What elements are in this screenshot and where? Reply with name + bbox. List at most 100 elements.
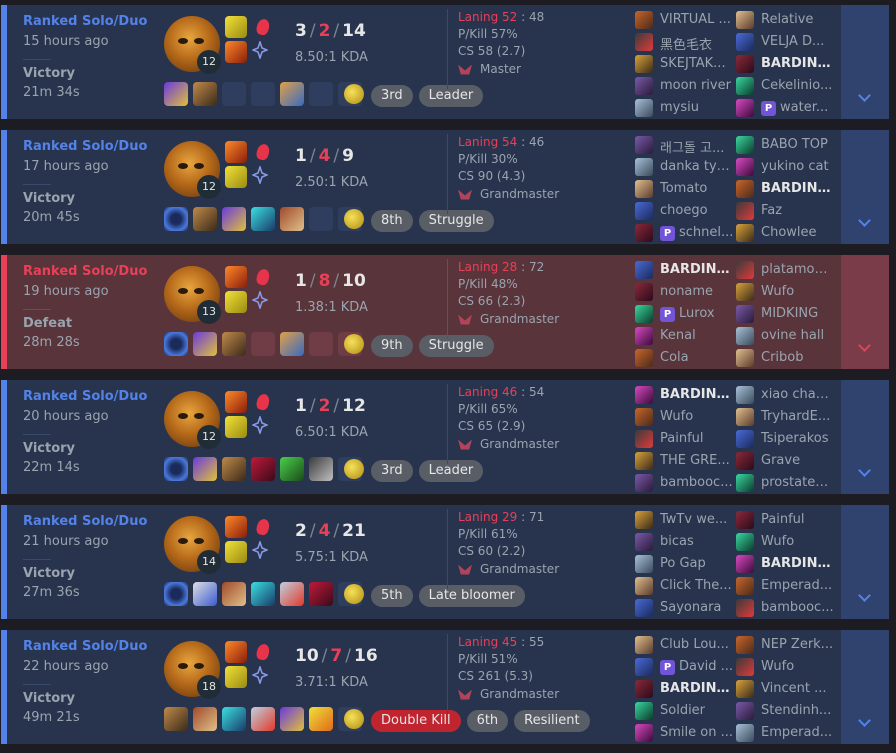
participant-name[interactable]: bicas (660, 534, 734, 549)
secondary-rune-icon[interactable] (250, 289, 274, 313)
participant-name[interactable]: BARDINE... (660, 681, 734, 696)
participant-name[interactable]: Smile on ... (660, 725, 734, 740)
participant[interactable]: Wufo (736, 657, 836, 677)
item-icon[interactable] (309, 582, 333, 606)
secondary-rune-icon[interactable] (250, 414, 274, 438)
flash-spell-icon[interactable] (225, 16, 247, 38)
item-icon[interactable] (193, 582, 217, 606)
participant[interactable]: MIDKING (736, 304, 836, 324)
participant[interactable]: VELJA D... (736, 32, 836, 52)
participant-name[interactable]: Wufo (761, 534, 835, 549)
match-card[interactable]: Ranked Solo/Duo 21 hours ago Victory 27m 36… (1, 505, 889, 619)
item-icon[interactable] (222, 457, 246, 481)
participant[interactable]: P David ... (635, 657, 735, 677)
participant-name[interactable]: ovine hall (761, 328, 835, 343)
match-card[interactable]: Ranked Solo/Duo 17 hours ago Victory 20m 45… (1, 130, 889, 244)
trinket-ward-icon[interactable] (341, 81, 367, 107)
participant[interactable]: danka tyy... (635, 157, 735, 177)
participant[interactable]: BARDINE... (736, 179, 836, 199)
participant-name[interactable]: yukino cat (761, 159, 835, 174)
participant[interactable]: Cribob (736, 348, 836, 368)
participant[interactable]: BARDINE... (635, 385, 735, 405)
participant-name[interactable]: David ... (679, 659, 734, 674)
participant-name[interactable]: Grave (761, 453, 835, 468)
secondary-rune-icon[interactable] (250, 664, 274, 688)
item-icon[interactable] (251, 207, 275, 231)
participant-name[interactable]: Cola (660, 350, 734, 365)
participant-name[interactable]: platamon... (761, 262, 835, 277)
participant[interactable]: Tomato (635, 179, 735, 199)
participant-name[interactable]: BARDINE... (660, 262, 734, 277)
participant-name[interactable]: xiao chao... (761, 387, 835, 402)
participant-name[interactable]: Chowlee (761, 225, 835, 240)
participant-name[interactable]: BARDINE... (761, 181, 835, 196)
ignite-spell-icon[interactable] (225, 391, 247, 413)
participant-name[interactable]: Lurox (679, 306, 734, 321)
keystone-rune-icon[interactable] (252, 266, 274, 288)
secondary-rune-icon[interactable] (250, 164, 274, 188)
keystone-rune-icon[interactable] (252, 516, 274, 538)
participant[interactable]: Chowlee (736, 223, 836, 243)
participant[interactable]: bambooc... (736, 598, 836, 618)
participant[interactable]: Smile on ... (635, 723, 735, 743)
participant[interactable]: BABO TOP (736, 135, 836, 155)
participant[interactable]: Wufo (635, 407, 735, 427)
participant[interactable]: Painful (635, 429, 735, 449)
participant-name[interactable]: schnel... (679, 225, 734, 240)
participant[interactable]: BARDINE... (635, 679, 735, 699)
participant[interactable]: NEP Zerk... (736, 635, 836, 655)
participant-name[interactable]: Click The... (660, 578, 734, 593)
participant[interactable]: TryhardE... (736, 407, 836, 427)
participant-name[interactable]: Wufo (761, 659, 835, 674)
participant-name[interactable]: VIRTUAL ... (660, 12, 734, 27)
participant[interactable]: Stendinh... (736, 701, 836, 721)
participant[interactable]: platamon... (736, 260, 836, 280)
participant[interactable]: Club Lou... (635, 635, 735, 655)
trinket-ward-icon[interactable] (341, 456, 367, 482)
participant[interactable]: BARDINE... (736, 554, 836, 574)
participant-name[interactable]: Wufo (761, 284, 835, 299)
flash-spell-icon[interactable] (225, 541, 247, 563)
flash-spell-icon[interactable] (225, 291, 247, 313)
participant[interactable]: P Lurox (635, 304, 735, 324)
keystone-rune-icon[interactable] (252, 641, 274, 663)
secondary-rune-icon[interactable] (250, 539, 274, 563)
participant[interactable]: Pwater... (736, 98, 836, 118)
expand-button[interactable] (841, 380, 889, 494)
participant-name[interactable]: bambooc... (761, 600, 835, 615)
item-icon[interactable] (193, 207, 217, 231)
participant-name[interactable]: BARDINE... (660, 387, 734, 402)
item-icon[interactable] (164, 207, 188, 231)
participant[interactable]: TwTv we... (635, 510, 735, 530)
participant-name[interactable]: VELJA D... (761, 34, 835, 49)
item-icon[interactable] (280, 207, 304, 231)
participant[interactable]: choego (635, 201, 735, 221)
participant[interactable]: noname (635, 282, 735, 302)
participant-name[interactable]: SKEJTAK... (660, 56, 734, 71)
item-icon[interactable] (309, 457, 333, 481)
participant-name[interactable]: Tomato (660, 181, 734, 196)
participant-name[interactable]: 래그돌 고... (660, 137, 734, 156)
item-icon[interactable] (164, 332, 188, 356)
participant[interactable]: Po Gap (635, 554, 735, 574)
participant[interactable]: bicas (635, 532, 735, 552)
participant-name[interactable]: noname (660, 284, 734, 299)
participant[interactable]: VIRTUAL ... (635, 10, 735, 30)
ignite-spell-icon[interactable] (225, 141, 247, 163)
participant[interactable]: mysiu (635, 98, 735, 118)
participant[interactable]: BARDINE... (635, 260, 735, 280)
participant[interactable]: Cekelinio... (736, 76, 836, 96)
expand-button[interactable] (841, 505, 889, 619)
trinket-ward-icon[interactable] (341, 581, 367, 607)
participant[interactable]: Tsiperakos (736, 429, 836, 449)
match-card[interactable]: Ranked Solo/Duo 22 hours ago Victory 49m 21… (1, 630, 889, 744)
participant-name[interactable]: Po Gap (660, 556, 734, 571)
participant[interactable]: 래그돌 고... (635, 135, 735, 156)
participant-name[interactable]: MIDKING (761, 306, 835, 321)
match-card[interactable]: Ranked Solo/Duo 19 hours ago Defeat 28m 28s… (1, 255, 889, 369)
keystone-rune-icon[interactable] (252, 16, 274, 38)
participant-name[interactable]: moon river (660, 78, 734, 93)
participant-name[interactable]: Club Lou... (660, 637, 734, 652)
participant-name[interactable]: NEP Zerk... (761, 637, 835, 652)
participant[interactable]: Emperad... (736, 576, 836, 596)
